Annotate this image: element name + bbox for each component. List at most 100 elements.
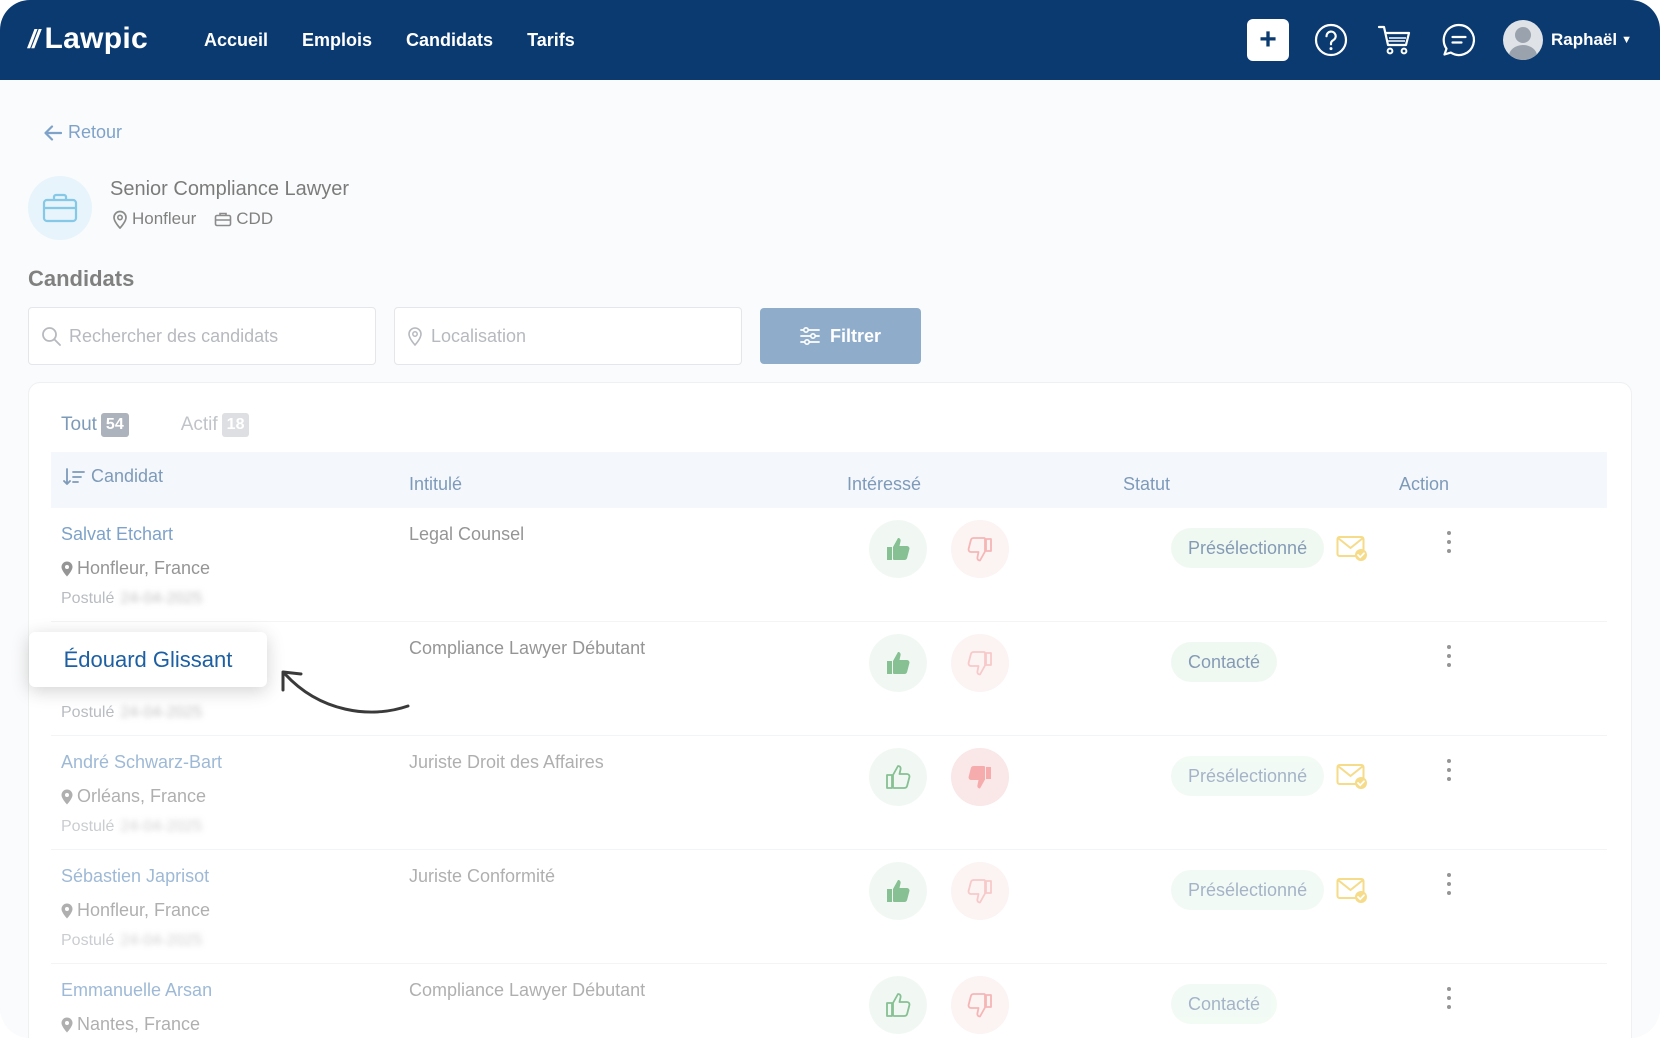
search-icon	[42, 327, 61, 346]
count-badge: 54	[100, 413, 129, 437]
candidate-location: Nantes, France	[61, 1014, 200, 1035]
like-button[interactable]	[869, 748, 927, 806]
user-name: Raphaël	[1550, 30, 1618, 49]
job-contract: CDD	[236, 209, 274, 228]
status-badge: Contacté	[1171, 984, 1278, 1024]
thumbs-up-icon	[887, 538, 910, 560]
nav-links: Accueil Emplois Candidats Tarifs	[204, 0, 575, 80]
location-pin-icon	[61, 903, 73, 918]
back-link[interactable]: Retour	[44, 122, 122, 143]
job-title-cell: Legal Counsel	[409, 524, 525, 544]
dislike-button[interactable]	[951, 520, 1009, 578]
applied-label: Postulé	[61, 704, 115, 721]
location-pin-icon	[113, 210, 127, 229]
thumbs-up-icon	[887, 880, 910, 902]
thumbs-down-icon	[967, 537, 992, 562]
column-candidate-sort[interactable]: Candidat	[63, 466, 163, 487]
table-row: André Schwarz-Bart Orléans, France Postu…	[51, 736, 1607, 850]
count-badge: 18	[221, 413, 250, 437]
location-input[interactable]	[431, 325, 711, 347]
filter-label: Filtrer	[829, 325, 881, 346]
job-title: Senior Compliance Lawyer	[110, 178, 350, 200]
candidate-location: Honfleur, France	[61, 558, 210, 579]
more-options-icon[interactable]	[1439, 642, 1459, 670]
brand-name: Lawpic	[44, 22, 148, 55]
job-location: Honfleur	[132, 209, 197, 228]
thumbs-down-icon	[967, 651, 992, 676]
status-badge: Présélectionné	[1171, 756, 1325, 796]
location-text: Nantes, France	[77, 1014, 201, 1034]
tab-actif[interactable]: Actif 18	[181, 413, 250, 437]
more-options-icon[interactable]	[1439, 528, 1459, 556]
table-row: Sébastien Japrisot Honfleur, France Post…	[51, 850, 1607, 964]
filter-button[interactable]: Filtrer	[760, 308, 921, 364]
candidate-name-callout[interactable]: Édouard Glissant	[29, 632, 267, 687]
tab-label: Tout	[61, 414, 97, 435]
candidate-location: Orléans, France	[61, 786, 206, 807]
back-label: Retour	[68, 122, 123, 142]
location-text: Orléans, France	[77, 786, 207, 806]
like-button[interactable]	[869, 520, 927, 578]
chevron-down-icon: ▼	[1621, 34, 1632, 46]
dislike-button[interactable]	[951, 862, 1009, 920]
job-meta: Honfleur CDD	[112, 209, 273, 229]
brand-mark-icon: //	[28, 23, 40, 54]
location-pin-icon	[61, 561, 73, 576]
dislike-button[interactable]	[951, 634, 1009, 692]
messages-icon[interactable]	[1439, 20, 1479, 60]
search-input[interactable]	[69, 325, 349, 347]
like-button[interactable]	[869, 634, 927, 692]
tab-tout[interactable]: Tout 54	[61, 413, 129, 437]
thumbs-up-icon	[887, 652, 910, 674]
location-text: Honfleur, France	[77, 900, 211, 920]
column-header: Intitulé	[409, 474, 463, 494]
more-options-icon[interactable]	[1439, 756, 1459, 784]
status-badge: Présélectionné	[1171, 870, 1325, 910]
mail-sent-icon[interactable]	[1336, 534, 1368, 567]
thumbs-down-icon	[967, 879, 992, 904]
help-icon[interactable]	[1311, 20, 1351, 60]
more-options-icon[interactable]	[1439, 870, 1459, 898]
location-pin-icon	[61, 1017, 73, 1032]
like-button[interactable]	[869, 862, 927, 920]
dislike-button[interactable]	[951, 976, 1009, 1034]
thumbs-up-icon	[886, 993, 911, 1017]
candidate-name[interactable]: André Schwarz-Bart	[61, 752, 222, 773]
section-title: Candidats	[28, 266, 135, 291]
nav-link-emplois[interactable]: Emplois	[302, 30, 372, 51]
candidate-name[interactable]: Emmanuelle Arsan	[61, 980, 212, 1001]
tabs: Tout 54 Actif 18	[61, 413, 250, 437]
cart-icon[interactable]	[1375, 20, 1415, 60]
table-row: Salvat Etchart Honfleur, France Postulé …	[51, 508, 1607, 622]
brand-logo[interactable]: // Lawpic	[28, 22, 148, 56]
job-title-cell: Juriste Conformité	[409, 866, 556, 886]
like-button[interactable]	[869, 976, 927, 1034]
applied-date: Postulé 24-04-2025	[61, 590, 202, 608]
contract-icon	[214, 212, 232, 227]
thumbs-up-icon	[886, 765, 911, 789]
user-menu[interactable]: Raphaël ▼	[1502, 20, 1632, 60]
nav-link-tarifs[interactable]: Tarifs	[527, 30, 575, 51]
add-button[interactable]: +	[1246, 19, 1289, 61]
table-header: Candidat Intitulé Intéressé Statut Actio…	[51, 452, 1607, 508]
dislike-button[interactable]	[951, 748, 1009, 806]
nav-link-candidats[interactable]: Candidats	[406, 30, 493, 51]
job-title-cell: Compliance Lawyer Débutant	[409, 980, 646, 1000]
applied-date-value: 24-04-2025	[120, 818, 203, 835]
sliders-icon	[800, 327, 820, 345]
candidate-name[interactable]: Sébastien Japrisot	[61, 866, 209, 887]
applied-label: Postulé	[61, 932, 115, 949]
mail-sent-icon[interactable]	[1336, 876, 1368, 909]
arrow-left-icon	[44, 124, 62, 141]
tab-label: Actif	[180, 414, 218, 435]
curved-arrow-icon	[281, 670, 410, 714]
candidates-card: Tout 54 Actif 18 Candidat Intitulé Intér…	[28, 382, 1632, 1038]
avatar	[1502, 20, 1543, 60]
thumbs-down-icon	[967, 993, 992, 1018]
mail-sent-icon[interactable]	[1336, 762, 1368, 795]
nav-link-accueil[interactable]: Accueil	[204, 30, 268, 51]
candidate-name[interactable]: Salvat Etchart	[61, 524, 173, 545]
more-options-icon[interactable]	[1439, 984, 1459, 1012]
applied-label: Postulé	[61, 590, 115, 607]
thumbs-down-icon	[968, 766, 991, 789]
